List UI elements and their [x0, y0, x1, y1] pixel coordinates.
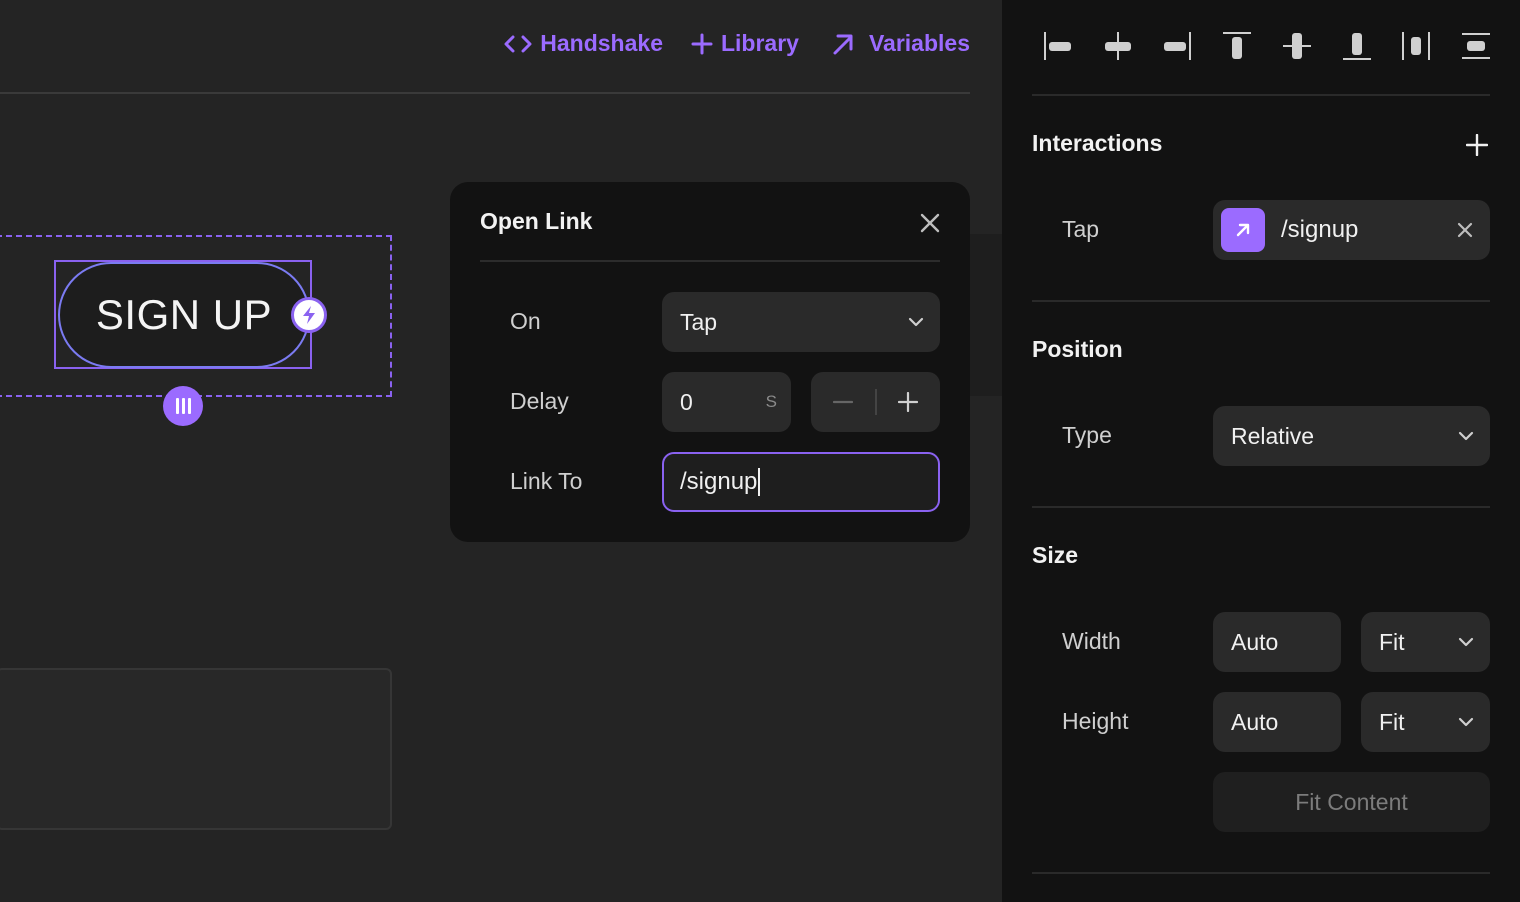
panel-divider	[1032, 94, 1490, 96]
interaction-trigger-label: Tap	[1062, 216, 1100, 242]
increment-button[interactable]	[877, 372, 941, 432]
align-center-h-button[interactable]	[1098, 26, 1138, 66]
popover-divider	[480, 260, 940, 262]
plus-icon	[691, 33, 713, 54]
align-center-horizontal-icon	[1104, 32, 1131, 60]
canvas-toolbar: Handshake Library Variables	[504, 30, 970, 57]
width-mode-select[interactable]: Fit	[1361, 612, 1490, 672]
align-bottom-button[interactable]	[1337, 26, 1377, 66]
delay-input[interactable]: 0 S	[662, 372, 791, 432]
width-mode-value: Fit	[1379, 628, 1405, 655]
remove-interaction-button[interactable]	[1454, 219, 1476, 241]
toolbar-divider	[0, 92, 970, 94]
add-interaction-button[interactable]	[1462, 130, 1492, 160]
close-icon	[1457, 222, 1473, 238]
height-label: Height	[1062, 708, 1129, 734]
plus-icon	[898, 392, 919, 412]
height-mode-value: Fit	[1379, 708, 1405, 735]
on-label: On	[510, 308, 541, 334]
position-title: Position	[1032, 336, 1123, 362]
arrow-up-right-icon	[1236, 223, 1250, 237]
chevron-down-icon	[908, 317, 924, 327]
align-top-icon	[1223, 32, 1252, 59]
align-top-button[interactable]	[1217, 26, 1257, 66]
delay-unit: S	[765, 392, 777, 411]
variables-link[interactable]: Variables	[827, 30, 970, 57]
handle-grip-bar	[187, 398, 191, 414]
panel-divider	[1032, 506, 1490, 508]
fit-content-button[interactable]: Fit Content	[1213, 772, 1490, 832]
align-left-button[interactable]	[1038, 26, 1078, 66]
align-right-icon	[1164, 32, 1192, 60]
position-type-value: Relative	[1231, 422, 1315, 449]
align-bottom-icon	[1342, 33, 1371, 60]
minus-icon	[832, 400, 853, 404]
text-caret	[758, 468, 761, 496]
library-link[interactable]: Library	[691, 30, 799, 57]
alignment-toolbar	[1038, 26, 1496, 66]
trigger-value: Tap	[680, 308, 718, 335]
distribute-horizontal-button[interactable]	[1396, 26, 1436, 66]
code-brackets-icon	[504, 35, 532, 52]
align-right-button[interactable]	[1157, 26, 1197, 66]
background-frame-edge	[968, 234, 1002, 396]
open-link-action-icon	[1221, 208, 1265, 252]
align-middle-button[interactable]	[1277, 26, 1317, 66]
panel-divider	[1032, 872, 1490, 874]
design-canvas[interactable]: Handshake Library Variables SIGN UP Open…	[0, 0, 1002, 902]
align-middle-icon	[1282, 33, 1311, 59]
handle-grip-bar	[175, 398, 179, 414]
popover-title: Open Link	[480, 208, 593, 234]
chevron-down-icon	[1458, 717, 1474, 727]
width-label: Width	[1062, 628, 1121, 654]
position-type-select[interactable]: Relative	[1213, 406, 1490, 466]
properties-panel: Interactions Tap /signup Position Type R…	[1002, 0, 1520, 902]
panel-divider	[1032, 300, 1490, 302]
interactions-title: Interactions	[1032, 130, 1163, 156]
chevron-down-icon	[1458, 431, 1474, 441]
link-url-input[interactable]: /signup	[662, 452, 940, 512]
width-input[interactable]: Auto	[1213, 612, 1341, 672]
open-link-popover: Open Link On Tap Delay 0 S Link To /sign…	[450, 182, 970, 542]
link-url-value: /signup	[680, 468, 758, 495]
variables-label: Variables	[868, 30, 970, 56]
trigger-select[interactable]: Tap	[662, 292, 940, 352]
close-popover-button[interactable]	[916, 209, 944, 237]
handshake-link[interactable]: Handshake	[504, 30, 663, 57]
position-type-label: Type	[1062, 422, 1112, 448]
handle-grip-bar	[181, 398, 185, 414]
height-value: Auto	[1231, 708, 1279, 735]
chevron-down-icon	[1458, 637, 1474, 647]
align-left-icon	[1044, 32, 1071, 60]
arrow-up-right-icon	[833, 34, 853, 54]
interaction-badge[interactable]	[291, 297, 327, 333]
delay-value: 0	[680, 388, 693, 415]
delay-stepper	[811, 372, 940, 432]
distribute-horizontal-icon	[1402, 32, 1431, 60]
link-to-label: Link To	[510, 468, 583, 494]
decrement-button[interactable]	[811, 372, 875, 432]
size-title: Size	[1032, 542, 1079, 568]
distribute-vertical-button[interactable]	[1456, 26, 1496, 66]
resize-handle[interactable]	[163, 386, 203, 426]
handshake-label: Handshake	[540, 30, 663, 56]
signup-button[interactable]: SIGN UP	[58, 262, 310, 368]
width-value: Auto	[1231, 628, 1279, 655]
height-mode-select[interactable]: Fit	[1361, 692, 1490, 752]
distribute-vertical-icon	[1461, 33, 1490, 59]
interaction-chip[interactable]: /signup	[1213, 200, 1490, 260]
plus-icon	[1466, 134, 1488, 156]
height-input[interactable]: Auto	[1213, 692, 1341, 752]
library-label: Library	[720, 30, 799, 56]
close-icon	[920, 213, 940, 233]
delay-label: Delay	[510, 388, 569, 414]
interaction-action-value: /signup	[1281, 216, 1359, 243]
lightning-bolt-icon	[303, 306, 315, 324]
canvas-frame[interactable]	[0, 668, 392, 830]
